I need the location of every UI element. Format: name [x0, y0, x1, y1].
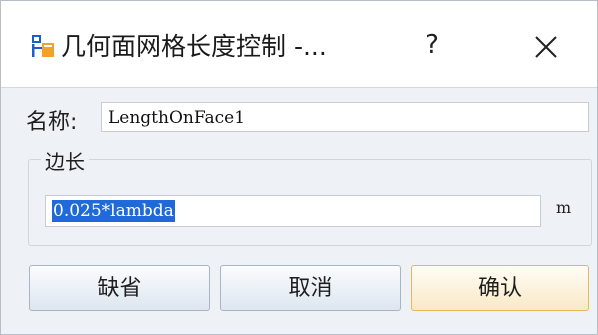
title-bar: 几何面网格长度控制 -... ? — [1, 1, 597, 88]
help-button[interactable]: ? — [407, 25, 457, 65]
edge-length-group-label: 边长 — [41, 146, 89, 175]
edge-length-input[interactable]: 0.025*lambda — [45, 195, 541, 227]
unit-label: m — [556, 198, 572, 217]
edge-length-value: 0.025*lambda — [52, 200, 175, 222]
default-button[interactable]: 缺省 — [29, 265, 210, 311]
dialog-body: 名称: LengthOnFace1 边长 0.025*lambda m 缺省 取… — [1, 88, 597, 334]
close-icon[interactable] — [526, 27, 566, 67]
window-title: 几何面网格长度控制 -... — [61, 32, 327, 61]
ok-button[interactable]: 确认 — [411, 265, 589, 311]
hierarchy-icon — [32, 35, 54, 57]
dialog-window: 几何面网格长度控制 -... ? 名称: LengthOnFace1 边长 0.… — [0, 0, 598, 335]
name-label: 名称: — [26, 110, 78, 135]
cancel-button[interactable]: 取消 — [220, 265, 401, 311]
name-input[interactable]: LengthOnFace1 — [101, 102, 589, 132]
